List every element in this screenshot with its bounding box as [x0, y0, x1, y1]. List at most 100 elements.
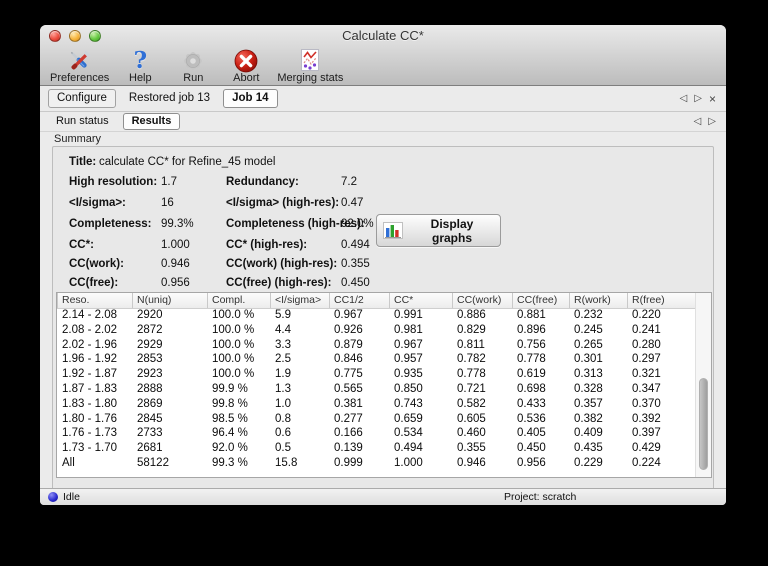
- table-cell: 0.565: [334, 382, 363, 395]
- table-row[interactable]: 1.92 - 1.87 2923 100.0 % 1.9 0.775 0.935 0.778…: [57, 367, 696, 382]
- table-cell: 0.743: [394, 397, 423, 410]
- table-cell: 0.370: [632, 397, 661, 410]
- tab-restored-job-13[interactable]: Restored job 13: [121, 90, 218, 107]
- table-row[interactable]: 1.80 - 1.76 2845 98.5 % 0.8 0.277 0.659 0.605 0…: [57, 412, 696, 427]
- tab-scroll-right-icon[interactable]: ▷: [694, 93, 702, 104]
- subtab-scroll-left-icon[interactable]: ◁: [694, 116, 702, 127]
- run-button[interactable]: Run: [171, 48, 215, 84]
- scrollbar-thumb[interactable]: [699, 377, 708, 470]
- help-button[interactable]: ? Help: [118, 48, 162, 84]
- table-cell: 2929: [137, 338, 163, 351]
- table-cell: 0.605: [457, 412, 486, 425]
- toolbar: Preferences ? Help Run Abort Merging sta…: [40, 47, 726, 85]
- table-cell: 0.166: [334, 427, 363, 440]
- status-bar: Idle Project: scratch: [40, 488, 726, 505]
- table-cell: 0.659: [394, 412, 423, 425]
- table-cell: 0.139: [334, 442, 363, 455]
- table-cell: 0.494: [394, 442, 423, 455]
- table-row[interactable]: 2.08 - 2.02 2872 100.0 % 4.4 0.926 0.981 0.829…: [57, 323, 696, 338]
- table-cell: 0.967: [394, 338, 423, 351]
- tab-close-icon[interactable]: ×: [709, 93, 716, 105]
- table-row[interactable]: 1.83 - 1.80 2869 99.8 % 1.0 0.381 0.743 0.582 0…: [57, 397, 696, 412]
- summary-title-row: Title: calculate CC* for Refine_45 model: [53, 155, 713, 169]
- title-bar[interactable]: Calculate CC*: [40, 25, 726, 47]
- subtab-run-status[interactable]: Run status: [48, 114, 117, 129]
- table-cell: 0.881: [517, 309, 546, 321]
- tab-scroll-left-icon[interactable]: ◁: [680, 93, 688, 104]
- display-graphs-label: Display graphs: [430, 216, 474, 245]
- merging-stats-button[interactable]: Merging stats: [277, 48, 343, 84]
- table-cell: 0.382: [574, 412, 603, 425]
- column-header[interactable]: CC(free): [512, 293, 569, 308]
- table-row[interactable]: 2.02 - 1.96 2929 100.0 % 3.3 0.879 0.967 0.811…: [57, 338, 696, 353]
- table-cell: 0.782: [457, 353, 486, 366]
- vertical-scrollbar[interactable]: [695, 293, 711, 477]
- table-cell: 0.756: [517, 338, 546, 351]
- column-header[interactable]: CC*: [389, 293, 452, 308]
- table-cell: 0.321: [632, 368, 661, 381]
- result-subtab-bar: Run status Results ◁ ▷: [40, 112, 726, 132]
- table-row[interactable]: 1.96 - 1.92 2853 100.0 % 2.5 0.846 0.957 0.782…: [57, 352, 696, 367]
- table-row[interactable]: 2.14 - 2.08 2920 100.0 % 5.9 0.967 0.991 0.886…: [57, 308, 696, 323]
- summary-value: 16: [161, 197, 174, 209]
- window-title: Calculate CC*: [342, 28, 424, 43]
- table-row[interactable]: All 58122 99.3 % 15.8 0.999 1.000 0.946 0.956 0.…: [57, 456, 696, 471]
- summary-label: <I/sigma>:: [69, 197, 126, 209]
- table-cell: 0.536: [517, 412, 546, 425]
- table-cell: 100.0 %: [212, 309, 255, 321]
- table-cell: 0.6: [275, 427, 291, 440]
- column-header[interactable]: Compl.: [207, 293, 270, 308]
- summary-title-label: Title:: [69, 156, 97, 168]
- display-graphs-button[interactable]: Display graphs: [376, 214, 501, 247]
- table-cell: 0.534: [394, 427, 423, 440]
- table-cell: 58122: [137, 456, 169, 469]
- subtab-scroll-right-icon[interactable]: ▷: [708, 116, 716, 127]
- table-cell: 0.435: [574, 442, 603, 455]
- table-cell: 1.92 - 1.87: [62, 368, 117, 381]
- abort-icon: [233, 48, 259, 73]
- summary-label: CC(free):: [69, 277, 119, 289]
- column-header[interactable]: R(work): [569, 293, 627, 308]
- column-header[interactable]: N(uniq): [132, 293, 207, 308]
- summary-value: 92.0%: [341, 218, 374, 230]
- results-content: Summary Title: calculate CC* for Refine_…: [40, 133, 726, 494]
- tab-configure[interactable]: Configure: [48, 89, 116, 108]
- table-cell: 0.313: [574, 368, 603, 381]
- column-header[interactable]: Reso.: [57, 293, 132, 308]
- subtab-results[interactable]: Results: [122, 113, 181, 130]
- summary-row: High resolution: 1.7 Redundancy: 7.2: [53, 175, 713, 189]
- column-header[interactable]: CC(work): [452, 293, 512, 308]
- column-header[interactable]: R(free): [627, 293, 696, 308]
- column-header[interactable]: <I/sigma>: [270, 293, 329, 308]
- table-cell: 1.0: [275, 397, 291, 410]
- table-cell: 0.846: [334, 353, 363, 366]
- summary-label: <I/sigma> (high-res):: [226, 197, 340, 209]
- tab-job-14[interactable]: Job 14: [223, 89, 278, 108]
- table-cell: 1.9: [275, 368, 291, 381]
- summary-value: 99.3%: [161, 218, 194, 230]
- table-cell: 3.3: [275, 338, 291, 351]
- subtab-nav-controls: ◁ ▷: [694, 112, 716, 131]
- table-cell: 2.08 - 2.02: [62, 323, 117, 336]
- table-cell: 100.0 %: [212, 338, 255, 351]
- summary-label: CC(work):: [69, 258, 124, 270]
- abort-button[interactable]: Abort: [224, 48, 268, 84]
- table-cell: 0.999: [334, 456, 363, 469]
- summary-label: CC*:: [69, 239, 94, 251]
- table-cell: 0.879: [334, 338, 363, 351]
- table-row[interactable]: 1.73 - 1.70 2681 92.0 % 0.5 0.139 0.494 0.355 0…: [57, 441, 696, 456]
- tools-icon: [67, 48, 93, 73]
- summary-value: 0.956: [161, 277, 190, 289]
- table-cell: 2872: [137, 323, 163, 336]
- table-cell: 0.967: [334, 309, 363, 321]
- preferences-button[interactable]: Preferences: [50, 48, 109, 84]
- merging-stats-icon: [298, 48, 322, 73]
- table-cell: 0.850: [394, 382, 423, 395]
- summary-value: 1.000: [161, 239, 190, 251]
- table-row[interactable]: 1.87 - 1.83 2888 99.9 % 1.3 0.565 0.850 0.721 0…: [57, 382, 696, 397]
- table-row[interactable]: 1.76 - 1.73 2733 96.4 % 0.6 0.166 0.534 0.460 0…: [57, 426, 696, 441]
- table-cell: 1.87 - 1.83: [62, 382, 117, 395]
- table-cell: 15.8: [275, 456, 298, 469]
- column-header[interactable]: CC1/2: [329, 293, 389, 308]
- table-cell: 92.0 %: [212, 442, 248, 455]
